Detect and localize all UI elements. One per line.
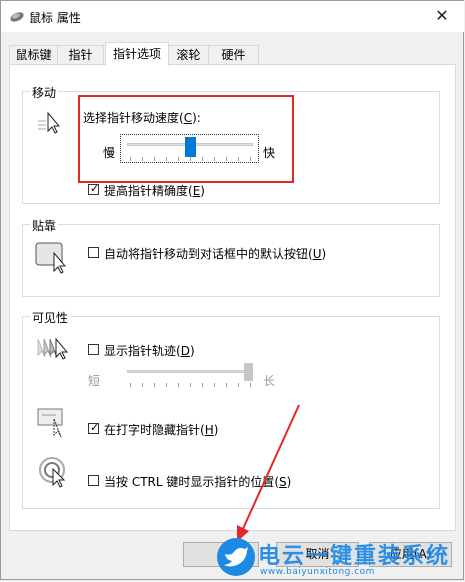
bird-logo-icon xyxy=(217,538,255,576)
tab-pointer-options[interactable]: 指针选项 xyxy=(105,42,169,66)
annotation-arrow xyxy=(237,404,300,542)
watermark-url: www.baiyunxitong.com xyxy=(260,567,375,577)
tab-label: 指针选项 xyxy=(112,47,161,61)
watermark-text: 电云一键重装系统 xyxy=(258,544,451,569)
watermark: 电云一键重装系统 www.baiyunxitong.com xyxy=(216,537,465,582)
mouse-properties-dialog: 鼠标 属性 ✕ 鼠标键 指针 指针选项 滚轮 硬件 移动 选择指针移动速度(C)… xyxy=(0,0,464,580)
